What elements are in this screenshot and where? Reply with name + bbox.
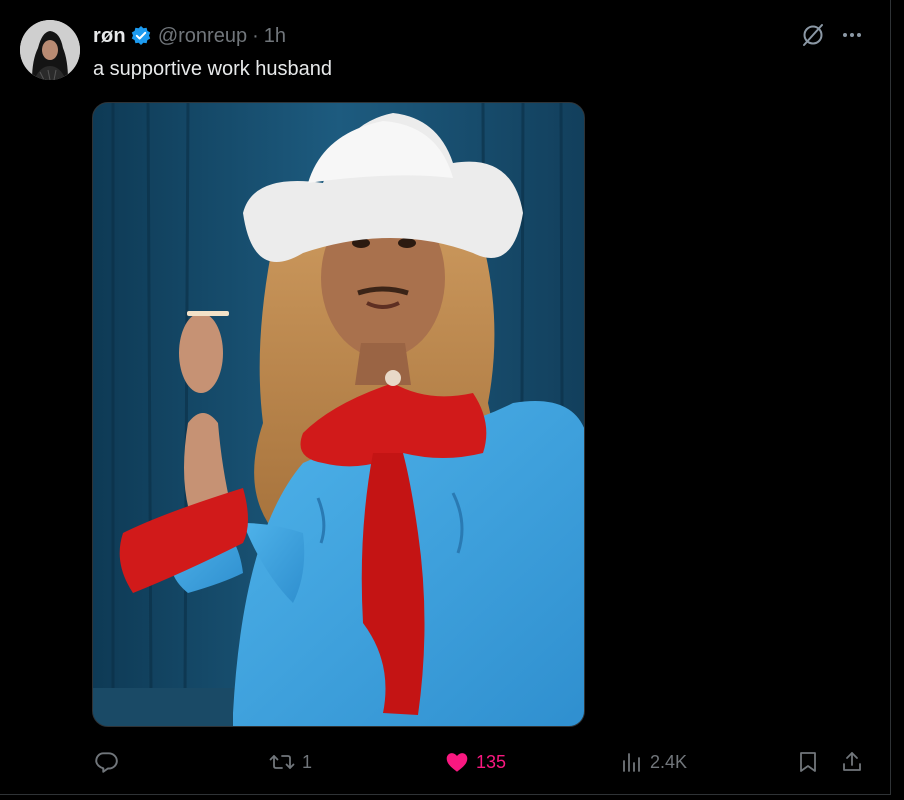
share-button[interactable] xyxy=(840,745,864,779)
bookmark-button[interactable] xyxy=(796,745,820,779)
heart-icon xyxy=(444,749,470,775)
views-button[interactable]: 2.4K xyxy=(620,745,687,779)
retweet-count: 1 xyxy=(302,751,313,772)
display-name[interactable]: røn xyxy=(93,25,126,48)
user-handle[interactable]: @ronreup xyxy=(158,25,247,48)
bookmark-icon xyxy=(796,749,820,775)
tweet-text: a supportive work husband xyxy=(93,58,333,80)
retweet-button[interactable]: 1 xyxy=(268,745,312,779)
tweet-header: røn @ronreup · 1h xyxy=(93,24,286,48)
timestamp[interactable]: 1h xyxy=(264,25,286,48)
avatar[interactable] xyxy=(20,20,80,80)
like-button[interactable]: 135 xyxy=(444,745,506,779)
views-count: 2.4K xyxy=(650,751,688,772)
reply-icon xyxy=(93,749,119,775)
separator-dot: · xyxy=(252,24,259,47)
more-options-icon[interactable] xyxy=(837,20,867,50)
share-icon xyxy=(840,749,864,775)
tweet-image[interactable] xyxy=(92,102,585,727)
tweet-card[interactable]: røn @ronreup · 1h a supportive work husb… xyxy=(0,0,891,795)
grok-icon[interactable] xyxy=(798,20,828,50)
retweet-icon xyxy=(268,749,296,775)
verified-badge-icon[interactable] xyxy=(130,25,152,47)
analytics-icon xyxy=(620,749,644,775)
like-count: 135 xyxy=(476,751,507,772)
reply-button[interactable] xyxy=(93,745,125,779)
action-bar: 1 135 2.4K xyxy=(0,745,890,779)
